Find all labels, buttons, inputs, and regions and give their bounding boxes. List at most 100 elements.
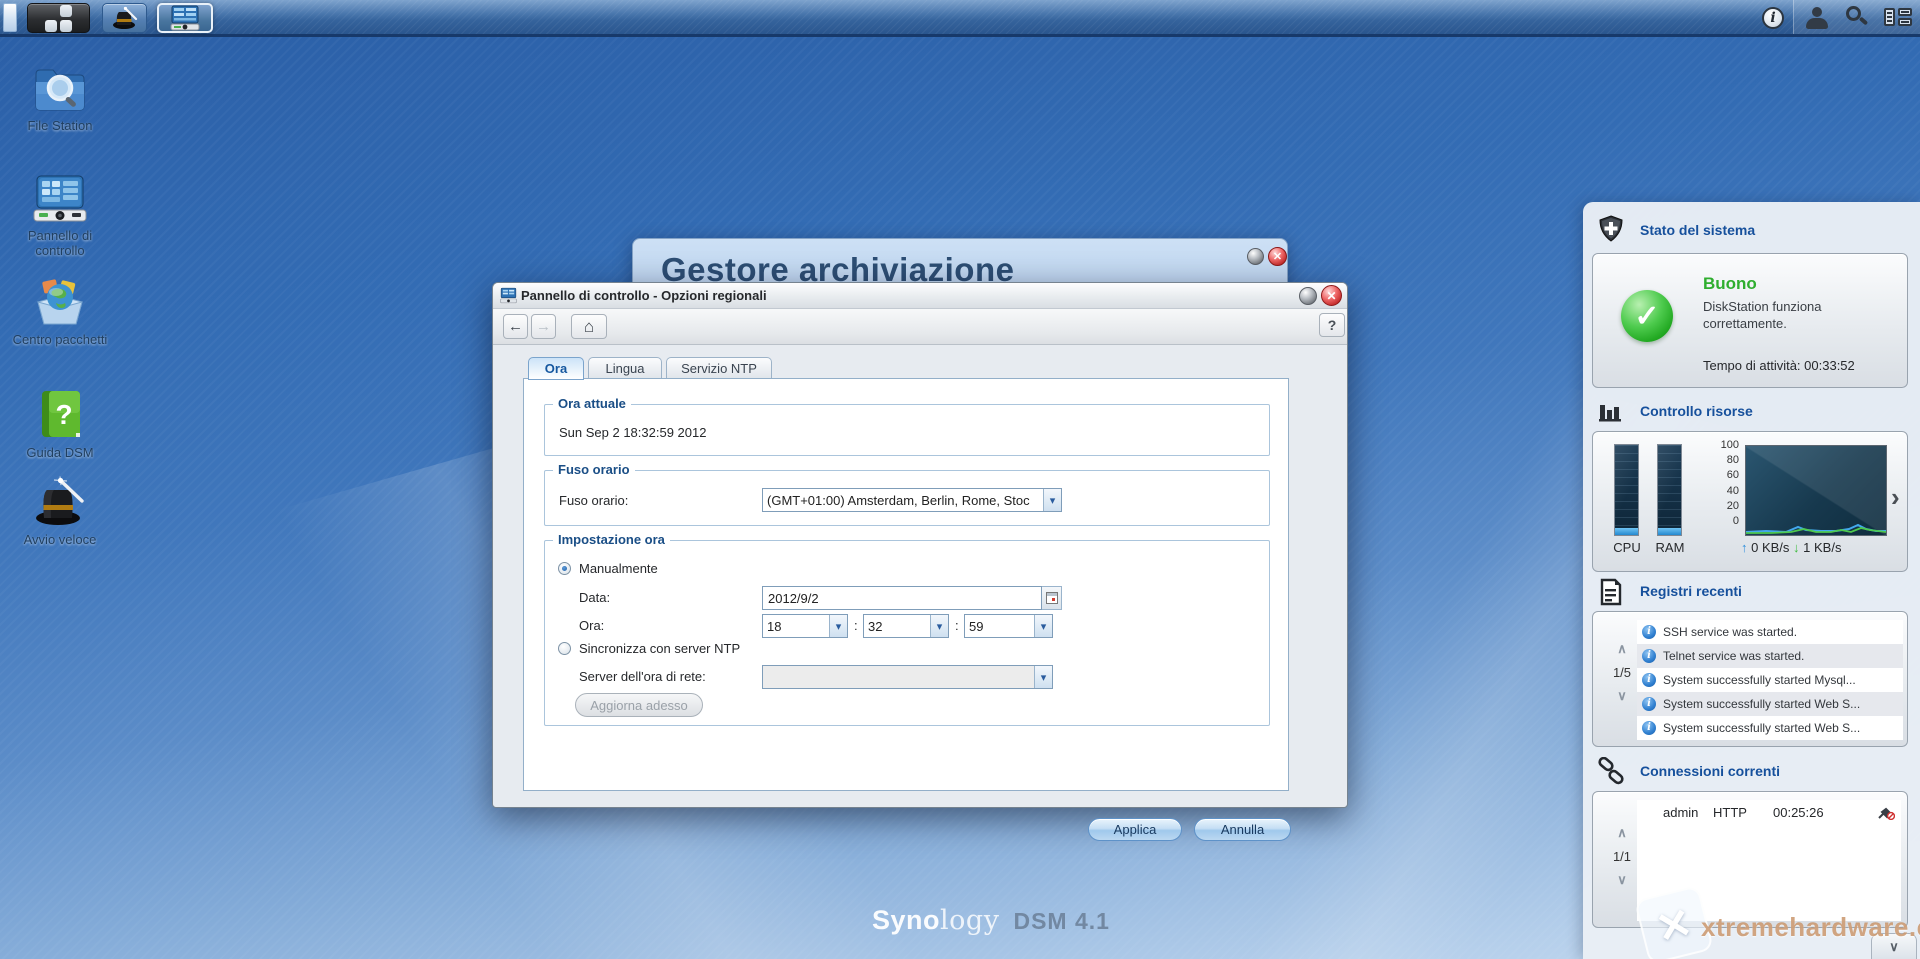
info-icon: i [1642, 625, 1656, 639]
desktop-icon-package-center[interactable]: Centro pacchetti [8, 276, 112, 347]
date-input[interactable]: 2012/9/2 [762, 586, 1042, 610]
hour-select[interactable]: 18 ▾ [762, 614, 848, 638]
manual-radio[interactable] [558, 562, 571, 575]
date-label: Data: [579, 590, 610, 605]
bar-chart-icon [1598, 401, 1624, 423]
system-status-card: ✓ Buono DiskStation funziona correttamen… [1592, 253, 1908, 388]
forward-button[interactable]: → [531, 314, 556, 339]
desktop-icon-dsm-help[interactable]: ? Guida DSM [8, 389, 112, 460]
active-task-control-panel[interactable] [157, 3, 213, 33]
pager-up-chevron[interactable]: ∧ [1607, 826, 1637, 840]
desktop-icon-label: Centro pacchetti [8, 332, 112, 347]
main-menu-grid-icon [45, 5, 72, 32]
apply-button[interactable]: Applica [1088, 818, 1182, 841]
fieldset-legend: Impostazione ora [553, 532, 670, 547]
cancel-button[interactable]: Annulla [1194, 818, 1291, 841]
show-desktop-button[interactable] [3, 3, 17, 32]
desktop-icon-quick-start[interactable]: Avvio veloce [8, 476, 112, 547]
status-ok-icon: ✓ [1621, 290, 1673, 342]
tab-panel: Ora attuale Sun Sep 2 18:32:59 2012 Fuso… [523, 378, 1289, 791]
close-icon[interactable]: ✕ [1268, 247, 1287, 266]
status-text: Buono [1703, 274, 1757, 294]
log-row: iSSH service was started. [1637, 620, 1903, 644]
chevron-down-icon: ▾ [829, 615, 847, 637]
regional-options-dialog: Pannello di controllo - Opzioni regional… [492, 282, 1348, 808]
resource-more-chevron[interactable]: › [1891, 484, 1900, 510]
help-button[interactable]: ? [1319, 313, 1345, 337]
connection-row: admin HTTP 00:25:26 [1637, 800, 1901, 826]
quick-start-icon [32, 476, 88, 528]
close-icon[interactable]: ✕ [1321, 285, 1342, 306]
tab-ora[interactable]: Ora [528, 357, 584, 380]
cpu-label: CPU [1605, 540, 1649, 555]
calendar-picker-button[interactable] [1042, 586, 1062, 610]
info-icon: i [1642, 721, 1656, 735]
connection-time: 00:25:26 [1773, 800, 1824, 826]
cpu-meter [1614, 444, 1639, 536]
chevron-down-icon: ▾ [1034, 666, 1052, 688]
tab-lingua[interactable]: Lingua [588, 357, 662, 379]
dsm-version-text: DSM 4.1 [1013, 908, 1109, 934]
log-row: iTelnet service was started. [1637, 644, 1903, 668]
synology-dsm-watermark: SynologyDSM 4.1 [872, 905, 1110, 936]
second-select[interactable]: 59 ▾ [964, 614, 1053, 638]
connections-title: Connessioni correnti [1640, 763, 1780, 779]
timezone-fieldset: Fuso orario Fuso orario: (GMT+01:00) Ams… [544, 470, 1270, 526]
status-description: DiskStation funziona correttamente. [1703, 298, 1883, 332]
connections-pager: ∧ 1/1 ∨ [1607, 826, 1637, 887]
search-icon[interactable] [1846, 6, 1870, 30]
desktop-icon-file-station[interactable]: File Station [8, 64, 112, 133]
upload-arrow-icon: ↑ [1741, 540, 1748, 555]
manual-label: Manualmente [579, 561, 658, 576]
ntp-label: Sincronizza con server NTP [579, 641, 740, 656]
file-station-icon [32, 64, 88, 114]
resource-monitor-title: Controllo risorse [1640, 403, 1753, 419]
chevron-down-icon: ▾ [1043, 489, 1061, 511]
brand-text: Syno [872, 905, 940, 935]
disconnect-icon[interactable] [1878, 806, 1895, 820]
download-rate: 1 KB/s [1803, 540, 1841, 555]
timezone-select[interactable]: (GMT+01:00) Amsterdam, Berlin, Rome, Sto… [762, 488, 1062, 512]
pager-down-chevron[interactable]: ∨ [1607, 689, 1637, 703]
log-list: iSSH service was started. iTelnet servic… [1637, 620, 1903, 740]
chevron-down-icon: ▾ [1034, 615, 1052, 637]
info-icon[interactable]: i [1762, 7, 1784, 29]
main-menu-button[interactable] [27, 3, 90, 33]
update-now-button: Aggiorna adesso [575, 693, 703, 717]
recent-logs-title: Registri recenti [1640, 583, 1742, 599]
log-document-icon [1599, 578, 1623, 606]
desktop-icon-control-panel[interactable]: Pannello di controllo [8, 174, 112, 258]
ram-meter [1657, 444, 1682, 536]
resource-monitor-card: CPU RAM 100 80 60 40 20 0 ↑ 0 KB/s ↓ 1 [1592, 431, 1908, 572]
magic-hat-icon [112, 6, 138, 30]
taskbar: i [0, 0, 1920, 37]
pager-down-chevron[interactable]: ∨ [1607, 873, 1637, 887]
minimize-button[interactable] [1299, 287, 1317, 305]
user-icon [1644, 806, 1658, 821]
minute-select[interactable]: 32 ▾ [863, 614, 949, 638]
system-status-title: Stato del sistema [1640, 222, 1755, 238]
minimize-button[interactable] [1247, 248, 1264, 265]
time-setting-fieldset: Impostazione ora Manualmente Data: 2012/… [544, 540, 1270, 726]
logs-pager: ∧ 1/5 ∨ [1607, 642, 1637, 703]
dialog-body: Ora Lingua Servizio NTP Ora attuale Sun … [493, 345, 1347, 807]
quick-launch-button[interactable] [102, 3, 147, 33]
ntp-server-select: ▾ [762, 665, 1053, 689]
connection-protocol: HTTP [1713, 800, 1747, 826]
tab-servizio-ntp[interactable]: Servizio NTP [666, 357, 772, 379]
desktop-icon-label: Guida DSM [8, 445, 112, 460]
dialog-titlebar[interactable]: Pannello di controllo - Opzioni regional… [493, 283, 1347, 309]
pager-page: 1/5 [1607, 665, 1637, 680]
user-icon[interactable] [1806, 6, 1828, 29]
home-button[interactable]: ⌂ [571, 314, 607, 339]
desktop-icon-label: Avvio veloce [8, 532, 112, 547]
ntp-server-label: Server dell'ora di rete: [579, 669, 706, 684]
ntp-radio[interactable] [558, 642, 571, 655]
recent-logs-card: ∧ 1/5 ∨ iSSH service was started. iTelne… [1592, 611, 1908, 747]
back-button[interactable]: ← [503, 314, 528, 339]
network-traffic-lines [1746, 446, 1886, 535]
info-icon: i [1642, 697, 1656, 711]
widgets-icon[interactable] [1884, 8, 1914, 28]
pager-up-chevron[interactable]: ∧ [1607, 642, 1637, 656]
control-panel-window-icon [500, 287, 517, 304]
